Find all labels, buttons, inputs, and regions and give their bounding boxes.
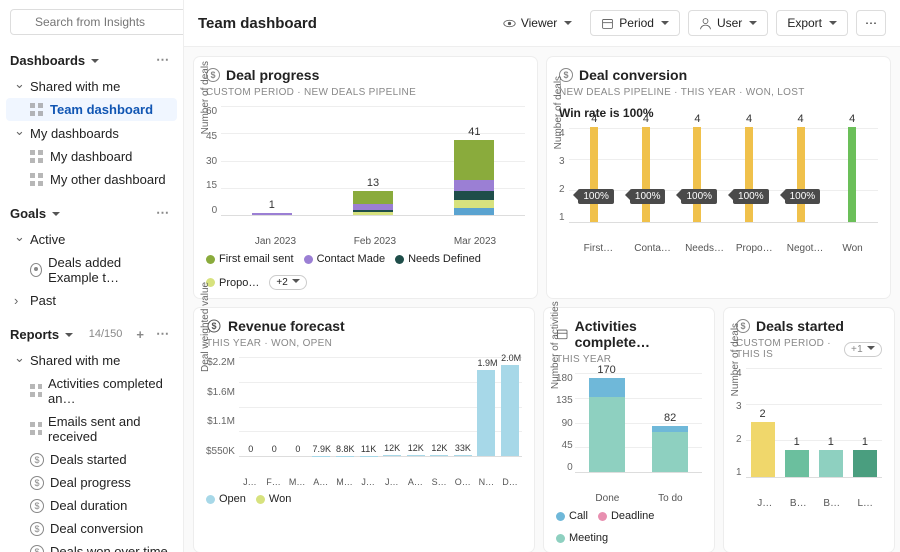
sidebar-item-report[interactable]: $Deal duration <box>0 494 183 517</box>
sidebar-item-example-goal[interactable]: Deals added Example t… <box>0 251 183 289</box>
sidebar-item-report[interactable]: $Deals started <box>0 448 183 471</box>
tree-reports-shared[interactable]: Shared with me <box>0 348 183 372</box>
sidebar-item-my-other-dashboard[interactable]: My other dashboard <box>0 168 183 191</box>
card-deal-conversion: $Deal conversion NEW DEALS PIPELINE · TH… <box>547 57 890 298</box>
tree-goals-active[interactable]: Active <box>0 227 183 251</box>
page-title: Team dashboard <box>198 15 485 32</box>
y-axis-label: Number of activities <box>550 301 561 389</box>
chevron-down-icon <box>50 206 60 221</box>
tree-shared-with-me[interactable]: Shared with me <box>0 74 183 98</box>
grid-icon <box>30 422 42 436</box>
sidebar: + Dashboards ⋯ Shared with me Team dashb… <box>0 0 184 552</box>
dashboards-menu-icon[interactable]: ⋯ <box>152 52 173 68</box>
tree-goals-past[interactable]: Past <box>0 289 183 312</box>
sidebar-item-report[interactable]: $Deals won over time <box>0 540 183 552</box>
card-revenue-forecast: $ Revenue forecast THIS YEAR · WON, OPEN… <box>194 308 534 552</box>
y-axis-label: Number of deals <box>200 61 211 134</box>
grid-icon <box>30 173 44 187</box>
chevron-down-icon <box>89 53 99 68</box>
card-subtitle: CUSTOM PERIOD · NEW DEALS PIPELINE <box>206 87 525 98</box>
main: Team dashboard Viewer Period User Export… <box>184 0 900 552</box>
card-activities: Activities complete… THIS YEAR Number of… <box>544 308 714 552</box>
user-icon <box>699 17 712 30</box>
dollar-icon: $ <box>30 453 44 467</box>
dollar-icon: $ <box>30 522 44 536</box>
target-icon <box>30 263 42 277</box>
grid-icon <box>30 384 42 398</box>
overflow-badge[interactable]: +1 <box>844 342 882 357</box>
dollar-icon: $ <box>30 499 44 513</box>
reports-count: 14/150 <box>89 328 123 340</box>
card-subtitle: THIS YEAR <box>556 354 702 365</box>
section-goals[interactable]: Goals ⋯ <box>0 199 183 227</box>
card-subtitle: CUSTOM PERIOD · THIS IS+1 <box>736 338 882 360</box>
export-dropdown[interactable]: Export <box>776 10 848 36</box>
card-deal-progress: $Deal progress CUSTOM PERIOD · NEW DEALS… <box>194 57 537 298</box>
viewer-dropdown[interactable]: Viewer <box>493 11 582 35</box>
card-subtitle: NEW DEALS PIPELINE · THIS YEAR · WON, LO… <box>559 87 878 98</box>
section-reports[interactable]: Reports 14/150+⋯ <box>0 320 183 348</box>
dollar-icon: $ <box>30 545 44 552</box>
y-ticks: $2.2M$1.6M$1.1M$550K <box>206 357 239 457</box>
sidebar-item-report[interactable]: Activities completed an… <box>0 372 183 410</box>
topbar: Team dashboard Viewer Period User Export… <box>184 0 900 47</box>
legend-overflow[interactable]: +2 <box>269 275 306 290</box>
chevron-down-icon <box>63 327 73 342</box>
calendar-icon <box>601 17 614 30</box>
reports-add-icon[interactable]: + <box>132 327 148 342</box>
tree-my-dashboards[interactable]: My dashboards <box>0 121 183 145</box>
sidebar-item-team-dashboard[interactable]: Team dashboard <box>6 98 177 121</box>
sidebar-item-my-dashboard[interactable]: My dashboard <box>0 145 183 168</box>
y-axis-label: Deal weighted value <box>200 282 211 372</box>
card-subtitle: THIS YEAR · WON, OPEN <box>206 338 522 349</box>
grid-icon <box>30 103 44 117</box>
user-dropdown[interactable]: User <box>688 10 768 36</box>
legend: First email sent Contact Made Needs Defi… <box>206 253 525 290</box>
section-dashboards[interactable]: Dashboards ⋯ <box>0 46 183 74</box>
card-deals-started: $Deals started CUSTOM PERIOD · THIS IS+1… <box>724 308 894 552</box>
more-menu[interactable]: ⋯ <box>856 10 886 36</box>
y-axis-label: Number of deals <box>730 323 741 396</box>
svg-text:$: $ <box>211 321 216 331</box>
grid-icon <box>30 150 44 164</box>
dollar-icon: $ <box>30 476 44 490</box>
sidebar-item-report[interactable]: $Deal conversion <box>0 517 183 540</box>
eye-icon <box>503 17 516 30</box>
sidebar-item-report[interactable]: $Deal progress <box>0 471 183 494</box>
reports-menu-icon[interactable]: ⋯ <box>152 326 173 342</box>
sidebar-item-report[interactable]: Emails sent and received <box>0 410 183 448</box>
y-axis-label: Number of deals <box>553 75 564 148</box>
goals-menu-icon[interactable]: ⋯ <box>152 205 173 221</box>
period-dropdown[interactable]: Period <box>590 10 680 36</box>
search-input[interactable] <box>10 9 184 35</box>
